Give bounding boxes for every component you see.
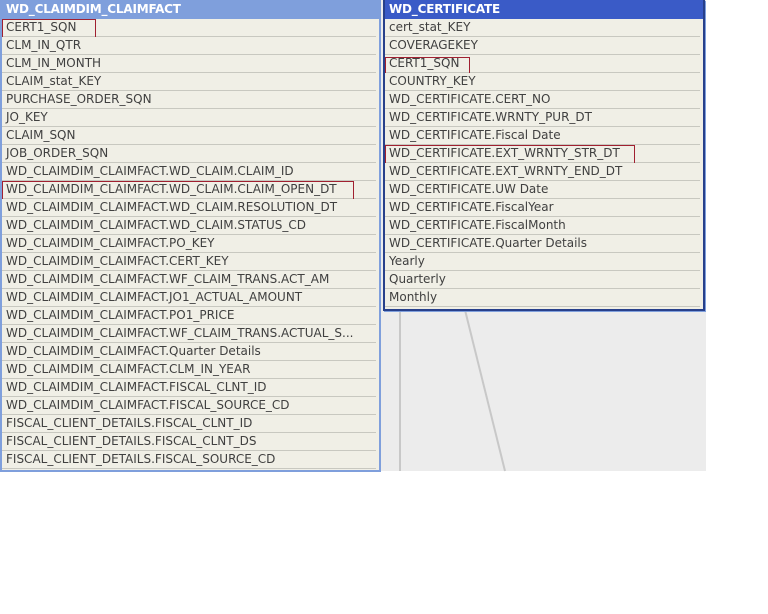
field-row[interactable]: WD_CERTIFICATE.Fiscal Date	[385, 127, 700, 145]
field-label: FISCAL_CLIENT_DETAILS.FISCAL_CLNT_ID	[6, 416, 253, 430]
table-title[interactable]: WD_CLAIMDIM_CLAIMFACT	[2, 0, 379, 19]
field-row[interactable]: WD_CLAIMDIM_CLAIMFACT.PO1_PRICE	[2, 307, 376, 325]
field-label: COVERAGEKEY	[389, 38, 478, 52]
field-label: cert_stat_KEY	[389, 20, 471, 34]
field-label: WD_CERTIFICATE.WRNTY_PUR_DT	[389, 110, 592, 124]
field-label: FISCAL_CLIENT_DETAILS.FISCAL_SOURCE_CD	[6, 452, 276, 466]
field-label: WD_CLAIMDIM_CLAIMFACT.CLM_IN_YEAR	[6, 362, 251, 376]
field-row[interactable]: FISCAL_CLIENT_DETAILS.FISCAL_CLNT_ID	[2, 415, 376, 433]
field-row[interactable]: WD_CLAIMDIM_CLAIMFACT.CERT_KEY	[2, 253, 376, 271]
field-row[interactable]: CLAIM_stat_KEY	[2, 73, 376, 91]
field-row[interactable]: FISCAL_CLIENT_DETAILS.FISCAL_CLNT_DS	[2, 433, 376, 451]
field-row[interactable]: cert_stat_KEY	[385, 19, 700, 37]
field-row[interactable]: WD_CERTIFICATE.EXT_WRNTY_STR_DT	[385, 145, 700, 166]
field-label: Quarterly	[389, 272, 446, 286]
field-label: Monthly	[389, 290, 438, 304]
field-row[interactable]: CERT1_SQN	[385, 55, 700, 78]
field-label: WD_CLAIMDIM_CLAIMFACT.Quarter Details	[6, 344, 261, 358]
field-label: FISCAL_CLIENT_DETAILS.FISCAL_CLNT_DS	[6, 434, 257, 448]
field-row[interactable]: WD_CERTIFICATE.CERT_NO	[385, 91, 700, 109]
field-label: WD_CERTIFICATE.Fiscal Date	[389, 128, 561, 142]
field-row[interactable]: WD_CLAIMDIM_CLAIMFACT.Quarter Details	[2, 343, 376, 361]
field-label: JOB_ORDER_SQN	[6, 146, 109, 160]
field-row[interactable]: WD_CLAIMDIM_CLAIMFACT.JO1_ACTUAL_AMOUNT	[2, 289, 376, 307]
field-row[interactable]: WD_CLAIMDIM_CLAIMFACT.WF_CLAIM_TRANS.ACT…	[2, 325, 376, 343]
field-label: WD_CLAIMDIM_CLAIMFACT.CERT_KEY	[6, 254, 229, 268]
field-row[interactable]: WD_CLAIMDIM_CLAIMFACT.FISCAL_CLNT_ID	[2, 379, 376, 397]
field-row[interactable]: CLAIM_SQN	[2, 127, 376, 145]
field-row[interactable]: WD_CLAIMDIM_CLAIMFACT.FISCAL_SOURCE_CD	[2, 397, 376, 415]
field-row[interactable]: CLM_IN_QTR	[2, 37, 376, 55]
field-row[interactable]: JO_KEY	[2, 109, 376, 127]
field-row[interactable]: COVERAGEKEY	[385, 37, 700, 55]
field-row[interactable]: WD_CERTIFICATE.FiscalMonth	[385, 217, 700, 235]
field-label: WD_CLAIMDIM_CLAIMFACT.FISCAL_CLNT_ID	[6, 380, 267, 394]
field-label: WD_CERTIFICATE.CERT_NO	[389, 92, 551, 106]
field-label: WD_CLAIMDIM_CLAIMFACT.PO_KEY	[6, 236, 215, 250]
field-row[interactable]: WD_CERTIFICATE.UW Date	[385, 181, 700, 199]
field-label: CLAIM_stat_KEY	[6, 74, 102, 88]
field-row[interactable]: WD_CLAIMDIM_CLAIMFACT.WD_CLAIM.RESOLUTIO…	[2, 199, 376, 217]
field-row[interactable]: WD_CERTIFICATE.EXT_WRNTY_END_DT	[385, 163, 700, 181]
field-row[interactable]: WD_CLAIMDIM_CLAIMFACT.WF_CLAIM_TRANS.ACT…	[2, 271, 376, 289]
field-label: CLM_IN_MONTH	[6, 56, 102, 70]
table-title[interactable]: WD_CERTIFICATE	[385, 0, 703, 19]
field-label: WD_CLAIMDIM_CLAIMFACT.JO1_ACTUAL_AMOUNT	[6, 290, 303, 304]
field-row[interactable]: WD_CLAIMDIM_CLAIMFACT.WD_CLAIM.CLAIM_OPE…	[2, 181, 376, 202]
table-wd-claimdim-claimfact[interactable]: WD_CLAIMDIM_CLAIMFACT CERT1_SQN CLM_IN_QT…	[0, 0, 381, 472]
field-label: WD_CERTIFICATE.EXT_WRNTY_END_DT	[389, 164, 623, 178]
field-label: WD_CLAIMDIM_CLAIMFACT.WD_CLAIM.CLAIM_ID	[6, 164, 294, 178]
field-label: WD_CERTIFICATE.FiscalYear	[389, 200, 554, 214]
field-row[interactable]: WD_CLAIMDIM_CLAIMFACT.WD_CLAIM.STATUS_CD	[2, 217, 376, 235]
field-label: WD_CLAIMDIM_CLAIMFACT.WF_CLAIM_TRANS.ACT…	[6, 272, 330, 286]
field-label: Yearly	[389, 254, 425, 268]
table-wd-certificate[interactable]: WD_CERTIFICATE cert_stat_KEY COVERAGEKEY C…	[383, 0, 705, 311]
field-row[interactable]: WD_CLAIMDIM_CLAIMFACT.WD_CLAIM.CLAIM_ID	[2, 163, 376, 181]
join-line	[464, 309, 506, 472]
field-label: WD_CLAIMDIM_CLAIMFACT.PO1_PRICE	[6, 308, 235, 322]
field-row[interactable]: JOB_ORDER_SQN	[2, 145, 376, 163]
field-label: WD_CLAIMDIM_CLAIMFACT.WF_CLAIM_TRANS.ACT…	[6, 326, 354, 340]
field-row[interactable]: COUNTRY_KEY	[385, 73, 700, 91]
field-label: WD_CLAIMDIM_CLAIMFACT.WD_CLAIM.RESOLUTIO…	[6, 200, 338, 214]
field-row[interactable]: WD_CERTIFICATE.Quarter Details	[385, 235, 700, 253]
field-row[interactable]: PURCHASE_ORDER_SQN	[2, 91, 376, 109]
field-label: WD_CLAIMDIM_CLAIMFACT.FISCAL_SOURCE_CD	[6, 398, 290, 412]
field-label: WD_CERTIFICATE.UW Date	[389, 182, 549, 196]
field-label: JO_KEY	[6, 110, 48, 124]
field-row[interactable]: WD_CLAIMDIM_CLAIMFACT.PO_KEY	[2, 235, 376, 253]
field-row[interactable]: Quarterly	[385, 271, 700, 289]
field-row[interactable]: FISCAL_CLIENT_DETAILS.FISCAL_SOURCE_CD	[2, 451, 376, 469]
field-label: WD_CLAIMDIM_CLAIMFACT.WD_CLAIM.STATUS_CD	[6, 218, 307, 232]
field-label: CLAIM_SQN	[6, 128, 76, 142]
field-row[interactable]: CERT1_SQN	[2, 19, 376, 40]
field-row[interactable]: WD_CERTIFICATE.WRNTY_PUR_DT	[385, 109, 700, 127]
field-row[interactable]: WD_CLAIMDIM_CLAIMFACT.CLM_IN_YEAR	[2, 361, 376, 379]
field-row[interactable]: CLM_IN_MONTH	[2, 55, 376, 73]
field-label: COUNTRY_KEY	[389, 74, 476, 88]
field-label: PURCHASE_ORDER_SQN	[6, 92, 152, 106]
field-label: WD_CERTIFICATE.Quarter Details	[389, 236, 587, 250]
field-row[interactable]: Monthly	[385, 289, 700, 307]
field-label: CLM_IN_QTR	[6, 38, 82, 52]
field-row[interactable]: Yearly	[385, 253, 700, 271]
field-row[interactable]: WD_CERTIFICATE.FiscalYear	[385, 199, 700, 217]
field-label: WD_CERTIFICATE.FiscalMonth	[389, 218, 566, 232]
